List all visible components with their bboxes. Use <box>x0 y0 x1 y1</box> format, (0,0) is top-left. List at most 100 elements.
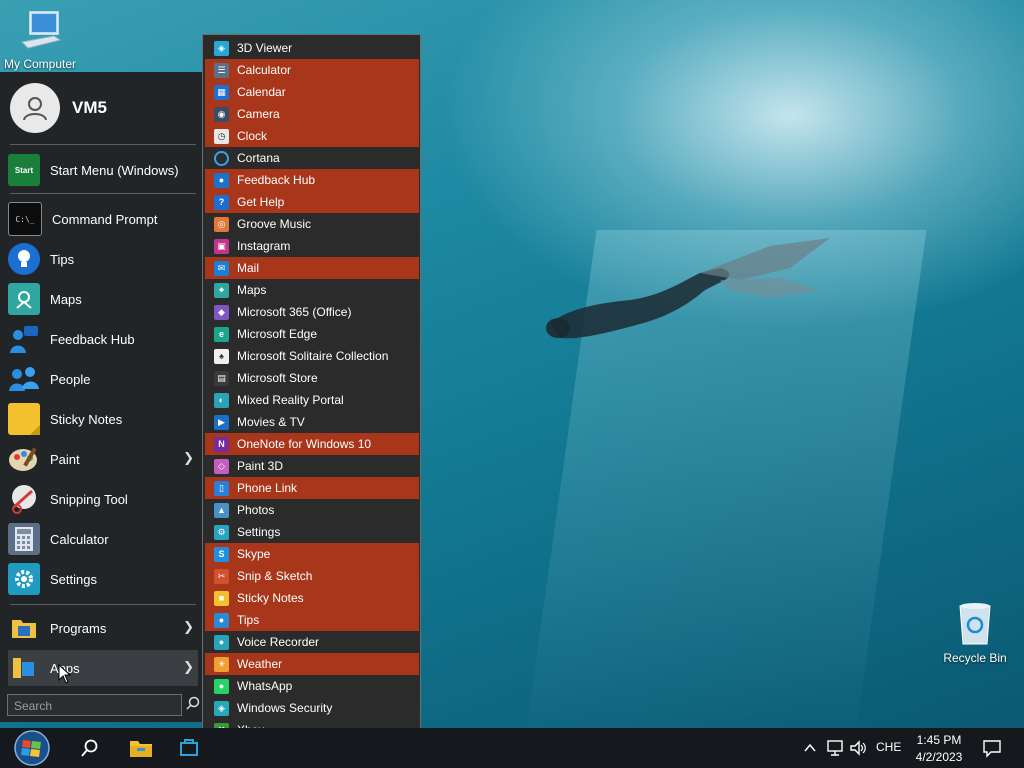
onenote-for-windows-10-icon: N <box>214 436 229 452</box>
apps-item-skype[interactable]: S Skype <box>205 543 419 565</box>
paint-3d-icon: ◇ <box>214 458 229 474</box>
folder-icon <box>130 741 152 757</box>
apps-item-label: Skype <box>237 547 271 561</box>
volume-icon[interactable] <box>849 739 867 757</box>
search-icon[interactable] <box>186 696 200 710</box>
apps-item-label: Weather <box>237 657 283 671</box>
apps-item-label: Microsoft Solitaire Collection <box>237 349 389 363</box>
apps-item-microsoft-edge[interactable]: e Microsoft Edge <box>205 323 419 345</box>
taskbar-pinned-app-button[interactable] <box>172 728 206 768</box>
apps-item-label: Windows Security <box>237 701 333 715</box>
network-icon[interactable] <box>826 739 844 757</box>
apps-item-label: Tips <box>237 613 260 627</box>
maps-icon <box>8 283 40 315</box>
start-item-start-menu-windows[interactable]: Start Start Menu (Windows) <box>8 152 198 188</box>
chevron-right-icon: ❯ <box>183 659 194 674</box>
apps-item-camera[interactable]: ◉ Camera <box>205 103 419 125</box>
wallpaper-diver <box>546 238 830 339</box>
apps-item-label: Microsoft 365 (Office) <box>237 305 352 319</box>
groove-music-icon: ◎ <box>214 216 229 232</box>
recycle-bin-desktop-icon[interactable]: Recycle Bin <box>940 600 1010 665</box>
mouse-cursor-icon <box>58 664 72 684</box>
apps-item-clock[interactable]: ◷ Clock <box>205 125 419 147</box>
apps-item-snip-sketch[interactable]: ✂ Snip & Sketch <box>205 565 419 587</box>
apps-item-calendar[interactable]: ▦ Calendar <box>205 81 419 103</box>
apps-item-cortana[interactable]: Cortana <box>205 147 419 169</box>
snipping-tool-icon <box>8 483 40 515</box>
apps-item-label: Sticky Notes <box>237 591 304 605</box>
apps-item-weather[interactable]: ☀ Weather <box>205 653 419 675</box>
apps-item-photos[interactable]: ▲ Photos <box>205 499 419 521</box>
apps-item-settings[interactable]: ⚙ Settings <box>205 521 419 543</box>
chevron-up-icon[interactable] <box>802 740 818 756</box>
language-indicator[interactable]: CHE <box>876 740 901 754</box>
apps-item-get-help[interactable]: ? Get Help <box>205 191 419 213</box>
apps-item-voice-recorder[interactable]: ● Voice Recorder <box>205 631 419 653</box>
apps-item-label: Cortana <box>237 151 280 165</box>
apps-item-feedback-hub[interactable]: ● Feedback Hub <box>205 169 419 191</box>
start-item-calculator[interactable]: Calculator <box>8 521 198 557</box>
sticky-notes-icon: ■ <box>214 590 229 606</box>
start-item-command-prompt[interactable]: C:\_ Command Prompt <box>8 201 198 237</box>
apps-item-label: Calculator <box>237 63 292 77</box>
user-account[interactable]: VM5 <box>10 82 107 134</box>
user-avatar-icon <box>10 83 60 133</box>
people-icon <box>8 363 40 395</box>
microsoft-solitaire-collection-icon: ♠ <box>214 348 229 364</box>
3d-viewer-icon: ◈ <box>214 40 229 56</box>
start-item-paint[interactable]: Paint ❯ <box>8 441 198 477</box>
apps-item-label: OneNote for Windows 10 <box>237 437 372 451</box>
calculator-icon: ☰ <box>214 62 229 78</box>
movies-tv-icon: ▶ <box>214 414 229 430</box>
start-item-people[interactable]: People <box>8 361 198 397</box>
apps-item-mail[interactable]: ✉ Mail <box>205 257 419 279</box>
apps-item-windows-security[interactable]: ◈ Windows Security <box>205 697 419 719</box>
apps-item-3d-viewer[interactable]: ◈ 3D Viewer <box>205 37 419 59</box>
calculator-icon <box>8 523 40 555</box>
apps-item-paint-3d[interactable]: ◇ Paint 3D <box>205 455 419 477</box>
apps-item-movies-tv[interactable]: ▶ Movies & TV <box>205 411 419 433</box>
start-item-maps[interactable]: Maps <box>8 281 198 317</box>
my-computer-desktop-icon[interactable]: My Computer <box>2 8 78 71</box>
apps-item-microsoft-solitaire-collection[interactable]: ♠ Microsoft Solitaire Collection <box>205 345 419 367</box>
apps-item-label: Mail <box>237 261 260 275</box>
start-item-settings[interactable]: Settings <box>8 561 198 597</box>
start-item-sticky-notes[interactable]: Sticky Notes <box>8 401 198 437</box>
recycle-bin-icon <box>959 603 991 645</box>
paint-icon <box>8 443 40 475</box>
start-orb-icon[interactable] <box>11 729 53 767</box>
mixed-reality-portal-icon: ◐ <box>214 392 229 408</box>
apps-item-calculator[interactable]: ☰ Calculator <box>205 59 419 81</box>
apps-item-phone-link[interactable]: ▯ Phone Link <box>205 477 419 499</box>
notification-center-icon[interactable] <box>982 738 1002 758</box>
feedback-hub-icon <box>8 323 40 355</box>
apps-item-microsoft-365-office[interactable]: ◆ Microsoft 365 (Office) <box>205 301 419 323</box>
apps-item-whatsapp[interactable]: ● WhatsApp <box>205 675 419 697</box>
apps-item-sticky-notes[interactable]: ■ Sticky Notes <box>205 587 419 609</box>
apps-item-onenote-for-windows-10[interactable]: N OneNote for Windows 10 <box>205 433 419 455</box>
apps-item-label: Maps <box>237 283 267 297</box>
apps-item-maps[interactable]: ⌖ Maps <box>205 279 419 301</box>
start-item-snipping-tool[interactable]: Snipping Tool <box>8 481 198 517</box>
taskbar-clock[interactable]: 1:45 PM 4/2/2023 <box>906 732 972 766</box>
start-item-feedback-hub[interactable]: Feedback Hub <box>8 321 198 357</box>
programs-folder-icon <box>8 612 40 644</box>
store-app-icon <box>180 739 198 756</box>
apps-item-label: Paint 3D <box>237 459 284 473</box>
start-item-apps[interactable]: Apps ❯ <box>8 650 198 686</box>
taskbar-file-explorer-button[interactable] <box>124 728 158 768</box>
start-item-tips[interactable]: Tips <box>8 241 198 277</box>
instagram-icon: ▣ <box>214 238 229 254</box>
apps-item-microsoft-store[interactable]: ▤ Microsoft Store <box>205 367 419 389</box>
taskbar-search-button[interactable] <box>74 728 106 768</box>
start-item-programs[interactable]: Programs ❯ <box>8 610 198 646</box>
apps-item-label: Movies & TV <box>237 415 305 429</box>
search-icon <box>81 739 98 757</box>
start-search-input[interactable]: Search <box>7 694 182 716</box>
apps-item-mixed-reality-portal[interactable]: ◐ Mixed Reality Portal <box>205 389 419 411</box>
apps-item-groove-music[interactable]: ◎ Groove Music <box>205 213 419 235</box>
apps-item-tips[interactable]: ● Tips <box>205 609 419 631</box>
mail-icon: ✉ <box>214 260 229 276</box>
apps-item-instagram[interactable]: ▣ Instagram <box>205 235 419 257</box>
apps-item-label: Photos <box>237 503 275 517</box>
